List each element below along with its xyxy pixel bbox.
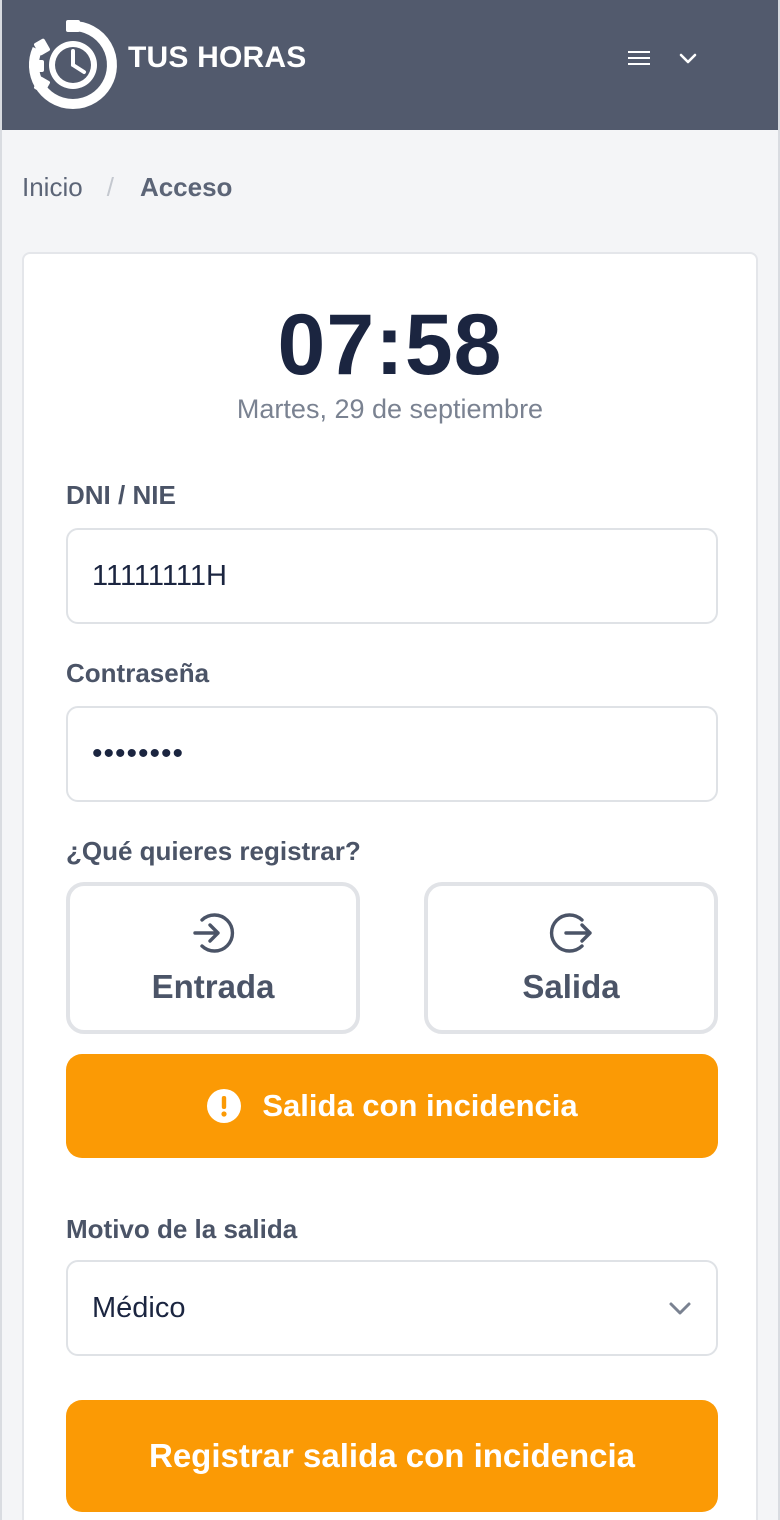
hamburger-menu-icon[interactable] bbox=[628, 50, 650, 66]
header-actions bbox=[628, 50, 698, 66]
password-label: Contraseña bbox=[66, 658, 210, 688]
breadcrumb-home-link[interactable]: Inicio bbox=[22, 172, 83, 203]
register-question: ¿Qué quieres registrar? bbox=[66, 836, 361, 866]
app-root: TUS HORAS Inicio / Acceso 07:58 Martes, … bbox=[0, 0, 780, 1520]
clock-date: Martes, 29 de septiembre bbox=[236, 394, 544, 424]
dni-input[interactable]: 11111111H bbox=[66, 528, 718, 624]
entry-button[interactable]: Entrada bbox=[66, 882, 360, 1034]
chevron-down-icon[interactable] bbox=[678, 51, 698, 65]
submit-incident-button[interactable]: Registrar salida con incidencia bbox=[66, 1400, 718, 1512]
breadcrumb: Inicio / Acceso bbox=[22, 172, 232, 203]
access-card: 07:58 Martes, 29 de septiembre DNI / NIE… bbox=[22, 252, 758, 1520]
password-input[interactable]: •••••••• bbox=[66, 706, 718, 802]
reason-select[interactable]: Médico bbox=[66, 1260, 718, 1356]
exit-with-incident-button[interactable]: Salida con incidencia bbox=[66, 1054, 718, 1158]
brand-title: TUS HORAS bbox=[128, 41, 307, 74]
dni-label: DNI / NIE bbox=[66, 480, 176, 510]
alert-circle-icon bbox=[207, 1089, 242, 1123]
exit-button[interactable]: Salida bbox=[424, 882, 718, 1034]
clock-time: 07:58 bbox=[277, 297, 503, 393]
entry-label: Entrada bbox=[151, 968, 275, 1005]
chevron-down-icon bbox=[669, 1302, 691, 1315]
top-header: TUS HORAS bbox=[2, 0, 778, 130]
reason-label: Motivo de la salida bbox=[66, 1214, 298, 1244]
logout-arrow-icon bbox=[549, 913, 592, 953]
password-input-value: •••••••• bbox=[92, 737, 185, 770]
exit-with-incident-label: Salida con incidencia bbox=[262, 1088, 578, 1123]
breadcrumb-current: Acceso bbox=[139, 172, 233, 202]
breadcrumb-separator: / bbox=[106, 172, 114, 202]
clock-gear-logo-icon[interactable] bbox=[28, 20, 118, 110]
dni-input-value: 11111111H bbox=[92, 559, 227, 592]
exit-label: Salida bbox=[522, 968, 620, 1005]
reason-select-value: Médico bbox=[92, 1291, 186, 1324]
login-arrow-icon bbox=[193, 913, 235, 953]
